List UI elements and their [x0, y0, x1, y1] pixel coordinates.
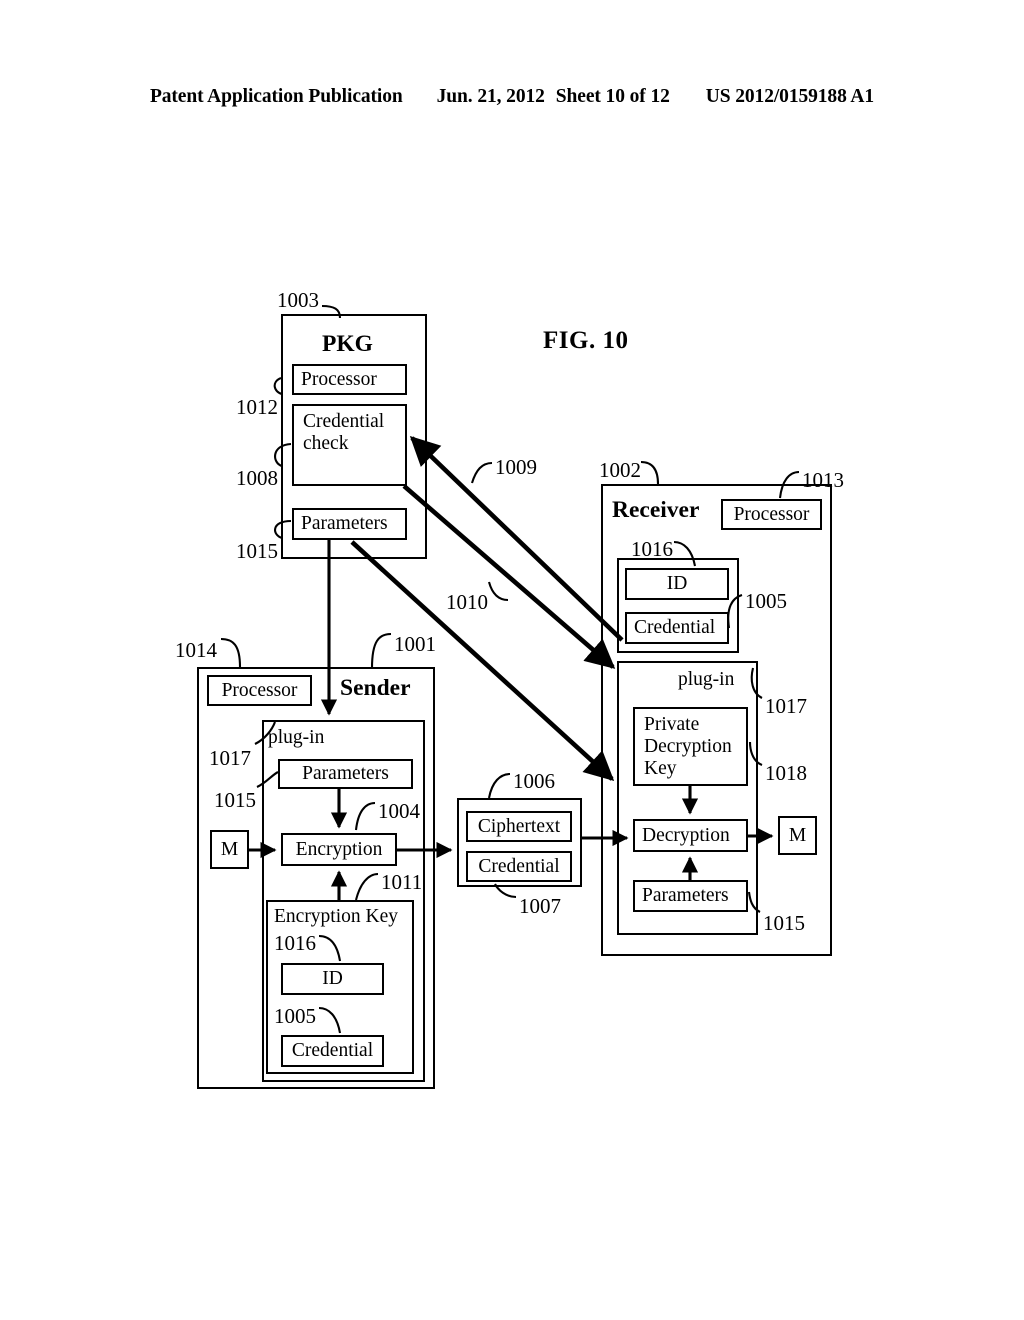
- sender-key-id-ref: 1016: [274, 931, 316, 955]
- private-key-line3: Key: [644, 758, 677, 779]
- receiver-message-output-label: M: [788, 824, 807, 846]
- page-header: Patent Application Publication Jun. 21, …: [0, 86, 1024, 108]
- sender-key-credential: Credential: [281, 1035, 384, 1067]
- private-key-line2: Decryption: [644, 736, 732, 757]
- pkg-processor-label: Processor: [301, 368, 377, 390]
- leader-sender: [370, 632, 392, 669]
- sender-processor-label: Processor: [221, 679, 298, 701]
- key-delivery-ref: 1010: [446, 590, 488, 614]
- receiver-credential-ref: 1005: [745, 589, 787, 613]
- leader-1009: [470, 461, 493, 484]
- receiver-parameters-ref: 1015: [763, 911, 805, 935]
- receiver-ref: 1002: [599, 458, 641, 482]
- transmission-ciphertext-label: Ciphertext: [477, 815, 561, 837]
- diagram-connectors: [220, 304, 800, 1034]
- sender-parameters-ref: 1015: [214, 788, 256, 812]
- private-key-line1: Private: [644, 714, 700, 735]
- pkg-processor-ref: 1012: [236, 395, 278, 419]
- leader-1010: [487, 581, 509, 602]
- pkg-parameters-ref: 1015: [236, 539, 278, 563]
- sender-encryption: Encryption: [281, 833, 397, 866]
- pkg-credential-check-ref: 1008: [236, 466, 278, 490]
- sender-encryption-key-ref: 1011: [381, 870, 423, 894]
- sender-message-input: M: [210, 830, 249, 869]
- receiver-parameters: Parameters: [633, 880, 748, 912]
- transmission-ciphertext-ref: 1006: [513, 769, 555, 793]
- sender-parameters-label: Parameters: [302, 763, 389, 784]
- sheet-number: Sheet 10 of 12: [555, 86, 670, 107]
- receiver-id-label: ID: [666, 573, 688, 594]
- publication-date: Jun. 21, 2012: [436, 86, 545, 107]
- sender-key-credential-label: Credential: [291, 1040, 374, 1061]
- receiver-message-output: M: [778, 816, 817, 855]
- sender-plugin-ref: 1017: [209, 746, 251, 770]
- pkg-credential-check-line2: check: [303, 433, 349, 454]
- receiver-decryption: Decryption: [633, 819, 748, 852]
- transmission-ciphertext: Ciphertext: [466, 811, 572, 842]
- sender-key-credential-ref: 1005: [274, 1004, 316, 1028]
- figure-label: FIG. 10: [543, 327, 629, 354]
- receiver-processor: Processor: [721, 499, 822, 530]
- receiver-plugin-label: plug-in: [678, 669, 735, 690]
- receiver-private-key-ref: 1018: [765, 761, 807, 785]
- sender-encryption-key-label: Encryption Key: [274, 906, 399, 927]
- sender-processor-ref: 1014: [175, 638, 217, 662]
- pkg-title: PKG: [322, 331, 373, 357]
- receiver-credential-label: Credential: [634, 617, 716, 638]
- receiver-processor-label: Processor: [733, 503, 810, 525]
- receiver-parameters-label: Parameters: [642, 885, 729, 906]
- receiver-credential: Credential: [625, 612, 729, 644]
- pkg-credential-check: Credential check: [292, 404, 407, 486]
- pkg-processor: Processor: [292, 364, 407, 395]
- leader-sender-processor: [220, 637, 242, 668]
- sender-key-id: ID: [281, 963, 384, 995]
- receiver-plugin-ref: 1017: [765, 694, 807, 718]
- sender-ref: 1001: [394, 632, 436, 656]
- sender-message-input-label: M: [220, 838, 239, 860]
- sender-encryption-ref: 1004: [378, 799, 420, 823]
- pkg-parameters-label: Parameters: [301, 513, 388, 534]
- receiver-processor-ref: 1013: [802, 468, 844, 492]
- pkg-credential-check-line1: Credential: [303, 411, 385, 432]
- receiver-id: ID: [625, 568, 729, 600]
- transmission-credential-ref: 1007: [519, 894, 561, 918]
- pkg-ref: 1003: [277, 288, 319, 312]
- publication-title: Patent Application Publication: [149, 86, 403, 107]
- transmission-credential-label: Credential: [478, 855, 560, 877]
- leader-receiver: [640, 460, 660, 485]
- sender-plugin-label: plug-in: [268, 727, 325, 748]
- patent-number: US 2012/0159188 A1: [705, 86, 875, 107]
- sender-encryption-label: Encryption: [295, 838, 383, 860]
- sender-parameters: Parameters: [278, 759, 413, 789]
- credential-request-ref: 1009: [495, 455, 537, 479]
- receiver-decryption-label: Decryption: [642, 824, 730, 846]
- sender-processor: Processor: [207, 675, 312, 706]
- transmission-credential: Credential: [466, 851, 572, 882]
- receiver-title: Receiver: [612, 497, 700, 523]
- leader-ciphertext: [487, 772, 511, 799]
- sender-key-id-label: ID: [322, 968, 343, 989]
- receiver-identity-ref: 1016: [631, 537, 673, 561]
- receiver-private-decryption-key: Private Decryption Key: [633, 707, 748, 786]
- sender-title: Sender: [340, 675, 411, 701]
- pkg-parameters: Parameters: [292, 508, 407, 540]
